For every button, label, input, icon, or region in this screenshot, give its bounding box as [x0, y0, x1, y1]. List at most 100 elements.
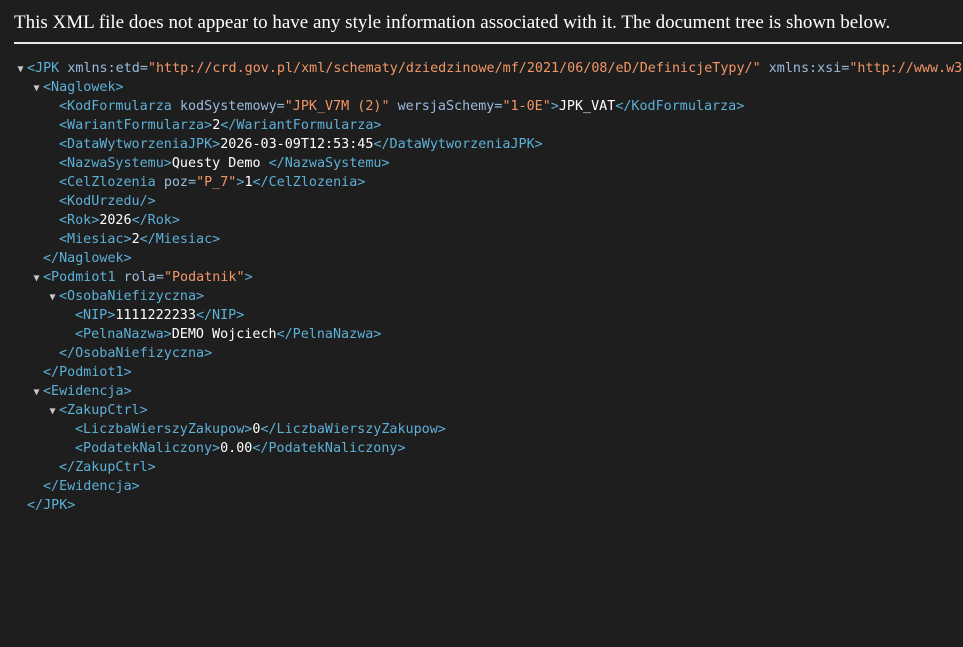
- toggle-spacer: [46, 345, 59, 364]
- xml-tag: <Naglowek>: [43, 80, 124, 95]
- xml-tag: <LiczbaWierszyZakupow>: [75, 422, 253, 437]
- toggle-spacer: [62, 440, 75, 459]
- xml-tag: <PelnaNazwa>: [75, 327, 172, 342]
- xml-tag: <KodFormularza: [59, 99, 180, 114]
- xml-line: ▼ <Ewidencja>: [30, 382, 131, 402]
- xml-line: <NazwaSystemu>Questy Demo </NazwaSystemu…: [46, 154, 390, 173]
- xml-text: 1: [244, 175, 253, 190]
- toggle-spacer: [14, 497, 27, 516]
- toggle-spacer: [30, 478, 43, 497]
- collapse-triangle-icon[interactable]: ▼: [14, 60, 27, 79]
- collapse-triangle-icon[interactable]: ▼: [30, 79, 43, 98]
- collapse-triangle-icon[interactable]: ▼: [30, 269, 43, 288]
- xml-tag: </JPK>: [27, 498, 76, 513]
- xml-line: </ZakupCtrl>: [46, 458, 156, 477]
- xml-attr-name: kodSystemowy=: [179, 99, 285, 114]
- xml-tag: <Rok>: [59, 213, 100, 228]
- xml-attr-name: xmlns:xsi=: [760, 61, 850, 76]
- toggle-spacer: [46, 193, 59, 212]
- toggle-spacer: [46, 98, 59, 117]
- xml-line: ▼ <Naglowek>: [30, 78, 124, 98]
- xml-attr-name: xmlns:etd=: [67, 61, 148, 76]
- xml-line: ▼ <OsobaNiefizyczna>: [46, 287, 204, 306]
- xml-tag: </Miesiac>: [139, 232, 221, 247]
- toggle-spacer: [46, 155, 59, 174]
- xml-tag: <NazwaSystemu>: [59, 156, 172, 171]
- xml-tag: <OsobaNiefizyczna>: [59, 289, 205, 304]
- toggle-spacer: [46, 231, 59, 250]
- xml-tag: </OsobaNiefizyczna>: [59, 346, 213, 361]
- xml-line: </OsobaNiefizyczna>: [46, 344, 212, 363]
- xml-tag: >: [244, 270, 253, 285]
- xml-info-message: This XML file does not appear to have an…: [14, 12, 891, 33]
- xml-text: DEMO Wojciech: [171, 327, 277, 342]
- xml-line: ▼ <Podmiot1 rola="Podatnik">: [30, 268, 253, 288]
- xml-tag: <Miesiac>: [59, 232, 132, 247]
- xml-line: <Rok>2026</Rok>: [46, 211, 180, 230]
- xml-attr-val: "http://crd.gov.pl/xml/schematy/dziedzin…: [147, 61, 761, 76]
- xml-tag: <NIP>: [75, 308, 116, 323]
- toggle-spacer: [46, 174, 59, 193]
- xml-line: ▼ <ZakupCtrl>: [46, 401, 148, 421]
- xml-attr-name: wersjaSchemy=: [389, 99, 503, 114]
- xml-line: <KodUrzedu/>: [46, 192, 156, 211]
- xml-tag: </KodFormularza>: [615, 99, 745, 114]
- xml-line: </Ewidencja>: [30, 477, 140, 496]
- xml-tag: </ZakupCtrl>: [59, 460, 156, 475]
- toggle-spacer: [30, 364, 43, 383]
- xml-tag: </NazwaSystemu>: [268, 156, 390, 171]
- xml-attr-val: "Podatnik": [163, 270, 245, 285]
- toggle-spacer: [46, 136, 59, 155]
- toggle-spacer: [46, 459, 59, 478]
- collapse-triangle-icon[interactable]: ▼: [46, 402, 59, 421]
- xml-tag: </WariantFormularza>: [220, 118, 382, 133]
- xml-attr-val: "JPK_V7M (2)": [284, 99, 390, 114]
- xml-line: <KodFormularza kodSystemowy="JPK_V7M (2)…: [46, 97, 744, 116]
- toggle-spacer: [62, 421, 75, 440]
- xml-tag: </PelnaNazwa>: [276, 327, 382, 342]
- xml-tag: </DataWytworzeniaJPK>: [373, 137, 543, 152]
- xml-attr-val: "1-0E": [502, 99, 551, 114]
- xml-tag: </NIP>: [195, 308, 245, 323]
- xml-attr-name: poz=: [163, 175, 197, 190]
- toggle-spacer: [62, 307, 75, 326]
- xml-line: ▼ <JPK xmlns:etd="http://crd.gov.pl/xml/s…: [14, 59, 963, 78]
- xml-tag: <WariantFormularza>: [59, 118, 213, 133]
- xml-line: <DataWytworzeniaJPK>2026-03-09T12:53:45<…: [46, 135, 543, 154]
- xml-document-tree: ▼ <JPK xmlns:etd="http://crd.gov.pl/xml/s…: [0, 59, 963, 647]
- xml-tag: </CelZlozenia>: [252, 175, 366, 190]
- xml-tag: </PodatekNaliczony>: [252, 441, 406, 456]
- xml-line: <Miesiac>2</Miesiac>: [46, 230, 220, 249]
- xml-text: 1111222233: [115, 308, 196, 323]
- xml-text: JPK_VAT: [558, 99, 616, 114]
- xml-tag: </LiczbaWierszyZakupow>: [260, 422, 446, 437]
- collapse-triangle-icon[interactable]: ▼: [46, 288, 59, 307]
- xml-line: <CelZlozenia poz="P_7">1</CelZlozenia>: [46, 173, 365, 192]
- xml-text: 0.00: [220, 441, 253, 456]
- xml-tag: </Ewidencja>: [43, 479, 140, 494]
- xml-text: Questy Demo: [171, 156, 269, 171]
- xml-tag: </Rok>: [131, 213, 180, 228]
- toggle-spacer: [62, 326, 75, 345]
- xml-line: <PodatekNaliczony>0.00</PodatekNaliczony…: [62, 439, 406, 458]
- xml-tag: <DataWytworzeniaJPK>: [59, 137, 221, 152]
- xml-line: </Naglowek>: [30, 249, 132, 268]
- xml-line: </JPK>: [14, 496, 75, 515]
- xml-tag: <JPK: [27, 61, 68, 76]
- collapse-triangle-icon[interactable]: ▼: [30, 383, 43, 402]
- toggle-spacer: [46, 117, 59, 136]
- xml-line: <NIP>1111222233</NIP>: [62, 306, 244, 325]
- xml-text: 2026: [99, 213, 132, 228]
- xml-info-banner: This XML file does not appear to have an…: [14, 0, 962, 44]
- xml-attr-name: rola=: [123, 270, 164, 285]
- toggle-spacer: [46, 212, 59, 231]
- xml-text: 2: [131, 232, 140, 247]
- toggle-spacer: [30, 250, 43, 269]
- xml-line: </Podmiot1>: [30, 363, 132, 382]
- xml-text: 2026-03-09T12:53:45: [220, 137, 374, 152]
- xml-tag: <ZakupCtrl>: [59, 403, 148, 418]
- xml-tag: <Podmiot1: [43, 270, 124, 285]
- xml-tag: </Podmiot1>: [43, 365, 132, 380]
- xml-attr-val: "P_7": [196, 175, 237, 190]
- xml-attr-val: "http://www.w3.org/2001/XMLSchema-instan…: [849, 61, 963, 76]
